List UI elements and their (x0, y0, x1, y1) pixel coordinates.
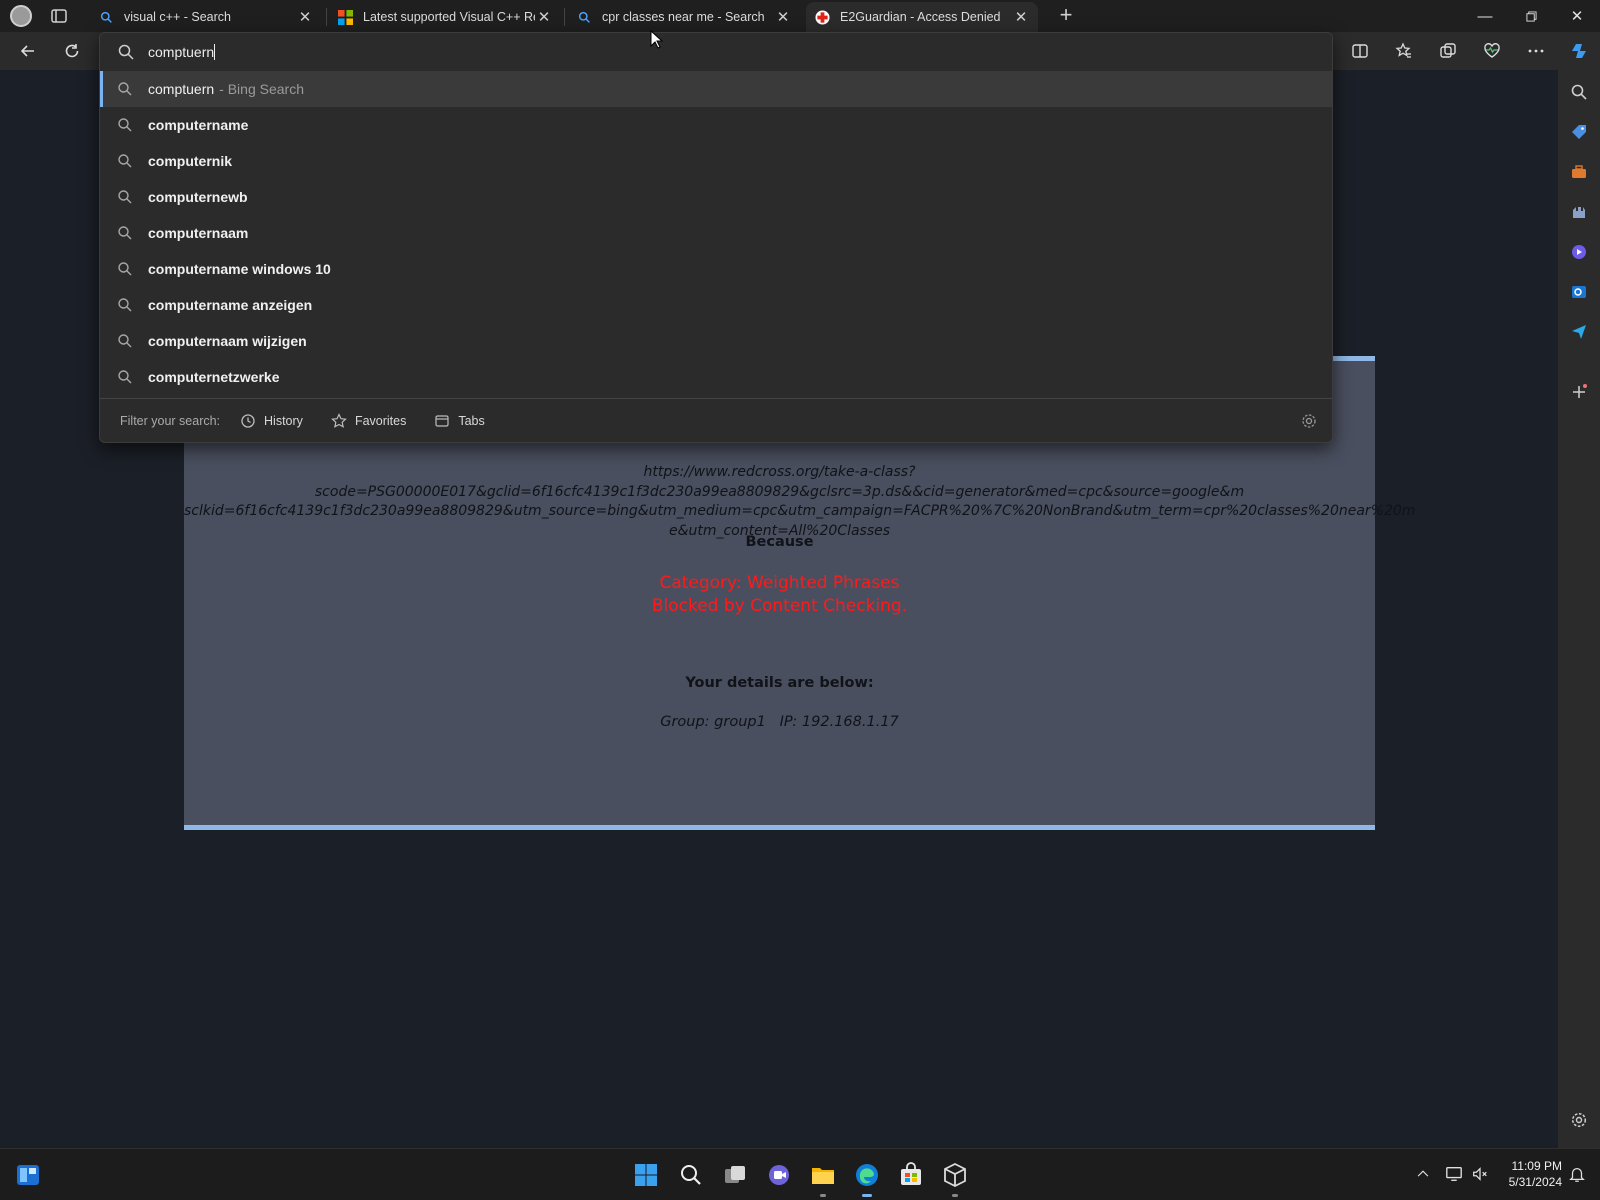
search-icon (118, 226, 132, 240)
user-details: Group: group1 IP: 192.168.1.17 (660, 714, 899, 730)
notification-bell-icon[interactable] (1566, 1163, 1588, 1185)
tab-title: Latest supported Visual C++ Red (363, 10, 535, 24)
tab-e2guardian-access-denied[interactable]: E2Guardian - Access Denied ✕ (806, 2, 1038, 32)
search-icon (576, 9, 592, 25)
minimize-button[interactable]: — (1462, 0, 1508, 32)
split-screen-icon[interactable] (1348, 39, 1372, 63)
clock-date: 5/31/2024 (1508, 1175, 1562, 1189)
close-window-button[interactable]: ✕ (1554, 0, 1600, 32)
mouse-cursor-icon (650, 30, 664, 49)
games-icon[interactable] (1569, 202, 1589, 222)
address-bar-dropdown: comptuern comptuern - Bing Search comput… (99, 32, 1333, 443)
shopping-tag-icon[interactable] (1569, 122, 1589, 142)
search-icon (118, 154, 132, 168)
back-arrow-icon[interactable] (16, 39, 40, 63)
windows-taskbar: 11:09 PM 5/31/2024 (0, 1148, 1600, 1200)
close-tab-icon[interactable]: ✕ (1012, 8, 1030, 26)
blocked-url: https://www.redcross.org/take-a-class?sc… (184, 464, 1416, 539)
search-icon (118, 190, 132, 204)
collections-icon[interactable] (1436, 39, 1460, 63)
search-filter-bar: Filter your search: History Favorites Ta… (100, 398, 1332, 443)
block-reason: Category: Weighted Phrases Blocked by Co… (651, 573, 908, 616)
search-icon (118, 334, 132, 348)
tab-actions-icon[interactable] (50, 7, 68, 25)
search-icon (118, 370, 132, 384)
suggestion-item[interactable]: computername windows 10 (100, 251, 1332, 287)
address-query: comptuern (148, 44, 215, 60)
search-icon (118, 118, 132, 132)
more-options-icon[interactable] (1524, 39, 1548, 63)
file-explorer-icon[interactable] (809, 1161, 837, 1189)
browser-essentials-icon[interactable] (1480, 39, 1504, 63)
gear-icon[interactable] (1300, 412, 1318, 430)
tab-title: cpr classes near me - Search (602, 10, 765, 24)
search-icon (118, 44, 134, 60)
sidebar-settings-icon[interactable] (1569, 1110, 1589, 1130)
copilot-icon[interactable] (1567, 39, 1591, 63)
search-icon (118, 82, 132, 96)
edge-sidebar (1558, 70, 1600, 1148)
running-indicator (820, 1194, 826, 1197)
filter-label: Filter your search: (120, 414, 221, 428)
suggestion-item[interactable]: computernewb (100, 179, 1332, 215)
task-view-icon[interactable] (721, 1161, 749, 1189)
suggestion-item[interactable]: computernik (100, 143, 1332, 179)
copilot-app-icon[interactable] (1569, 242, 1589, 262)
active-app-indicator (862, 1194, 872, 1197)
store-icon[interactable] (897, 1161, 925, 1189)
red-cross-icon (814, 9, 830, 25)
toolbox-icon[interactable] (1569, 162, 1589, 182)
search-icon (98, 9, 114, 25)
send-icon[interactable] (1569, 322, 1589, 342)
microsoft-logo-icon (337, 9, 353, 25)
close-tab-icon[interactable]: ✕ (774, 8, 792, 26)
start-icon[interactable] (632, 1161, 660, 1189)
details-title: Your details are below: (685, 675, 874, 691)
tab-title: E2Guardian - Access Denied (840, 10, 1001, 24)
taskbar-search-icon[interactable] (677, 1161, 705, 1189)
network-icon[interactable] (1443, 1163, 1465, 1185)
filter-tabs-button[interactable]: Tabs (434, 413, 485, 429)
address-bar-input[interactable]: comptuern (100, 33, 1332, 71)
running-indicator (952, 1194, 958, 1197)
clock-time: 11:09 PM (1511, 1159, 1562, 1173)
widgets-icon[interactable] (14, 1161, 42, 1189)
tab-strip: visual c++ - Search ✕ Latest supported V… (0, 0, 1600, 32)
favorites-icon[interactable] (1392, 39, 1416, 63)
tabs-icon (435, 415, 449, 427)
close-tab-icon[interactable]: ✕ (535, 8, 553, 26)
tab-cpr-classes-search[interactable]: cpr classes near me - Search ✕ (568, 2, 800, 32)
filter-history-button[interactable]: History (240, 413, 303, 429)
virtualbox-icon[interactable] (941, 1161, 969, 1189)
because-label: Because (745, 534, 814, 550)
new-tab-button[interactable]: + (1055, 4, 1077, 27)
add-sidebar-app-icon[interactable] (1569, 382, 1589, 402)
star-icon (331, 413, 347, 428)
close-tab-icon[interactable]: ✕ (296, 8, 314, 26)
tab-visual-cpp-search[interactable]: visual c++ - Search ✕ (90, 2, 322, 32)
suggestion-item[interactable]: computernaam (100, 215, 1332, 251)
refresh-icon[interactable] (60, 39, 84, 63)
suggestion-item[interactable]: computernaam wijzigen (100, 323, 1332, 359)
tab-title: visual c++ - Search (124, 10, 231, 24)
search-icon (118, 262, 132, 276)
volume-muted-icon[interactable] (1469, 1163, 1491, 1185)
profile-avatar[interactable] (10, 5, 32, 27)
tab-visual-cpp-redist[interactable]: Latest supported Visual C++ Red ✕ (329, 2, 561, 32)
history-icon (241, 414, 255, 428)
suggestion-item[interactable]: computername anzeigen (100, 287, 1332, 323)
restore-button[interactable] (1508, 0, 1554, 32)
filter-favorites-button[interactable]: Favorites (331, 413, 406, 429)
show-hidden-icons-chevron-icon[interactable] (1413, 1163, 1433, 1185)
edge-browser-icon[interactable] (853, 1161, 881, 1189)
teams-chat-icon[interactable] (765, 1161, 793, 1189)
suggestion-item[interactable]: comptuern - Bing Search (100, 71, 1332, 107)
suggestion-item[interactable]: computername (100, 107, 1332, 143)
sidebar-search-icon[interactable] (1569, 82, 1589, 102)
suggestion-item[interactable]: computernetzwerke (100, 359, 1332, 395)
outlook-icon[interactable] (1569, 282, 1589, 302)
system-clock[interactable]: 11:09 PM 5/31/2024 (1500, 1158, 1562, 1190)
search-icon (118, 298, 132, 312)
